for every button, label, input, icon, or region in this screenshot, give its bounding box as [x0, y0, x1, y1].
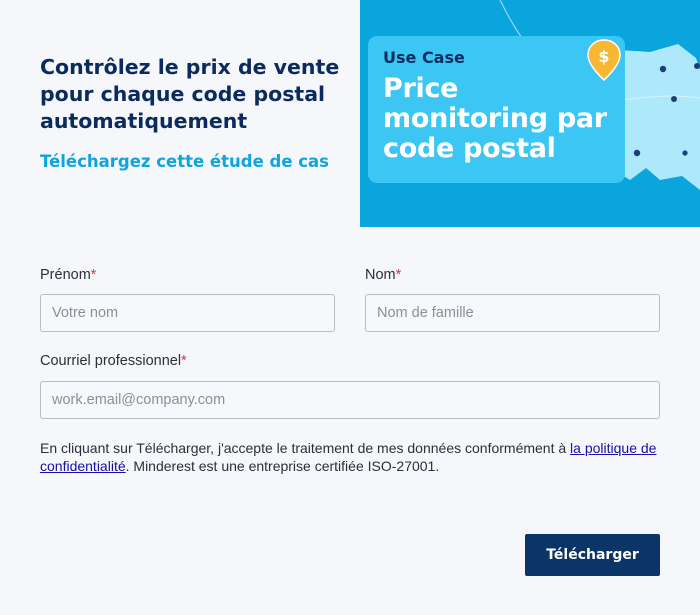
subheadline: Téléchargez cette étude de cas [40, 152, 329, 171]
work-email-input[interactable] [40, 381, 660, 419]
last-name-input[interactable] [365, 294, 660, 332]
banner-title-line: Price [383, 73, 459, 104]
download-button[interactable]: Télécharger [525, 534, 660, 576]
banner-eyebrow: Use Case [383, 48, 465, 67]
required-mark: * [181, 353, 187, 369]
first-name-label: Prénom* [40, 267, 97, 283]
header-text: Contrôlez le prix de vente pour chaque c… [40, 54, 340, 171]
pin-symbol: $ [598, 47, 609, 66]
last-name-label: Nom* [365, 267, 402, 283]
price-pin-icon: $ [587, 39, 621, 81]
banner-title: Price monitoring par code postal [383, 74, 610, 164]
headline: Contrôlez le prix de vente pour chaque c… [40, 55, 340, 133]
use-case-banner: Use Case Price monitoring par code posta… [360, 0, 700, 227]
banner-title-line: code postal [383, 133, 556, 164]
required-mark: * [90, 267, 97, 283]
work-email-label: Courriel professionnel* [40, 353, 187, 369]
required-mark: * [395, 267, 402, 283]
banner-title-line: monitoring par [383, 103, 607, 134]
consent-text: En cliquant sur Télécharger, j'accepte l… [40, 440, 657, 474]
first-name-input[interactable] [40, 294, 335, 332]
